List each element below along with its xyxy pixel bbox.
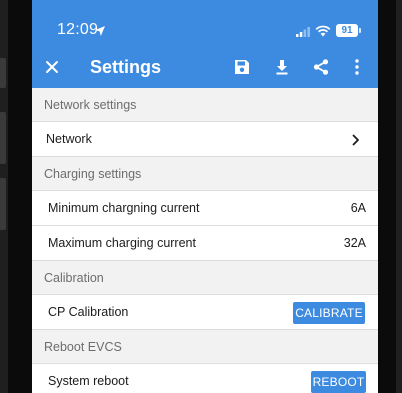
page-title: Settings — [90, 57, 162, 77]
section-header-network: Network settings — [32, 88, 378, 122]
network-label: Network — [46, 132, 92, 146]
min-current-value: 6A — [350, 201, 366, 215]
app-bar: Settings — [32, 46, 378, 88]
max-current-value: 32A — [343, 236, 366, 250]
cp-calibration-row: CP Calibration CALIBRATE — [32, 295, 378, 330]
phone-bezel-left — [8, 0, 32, 393]
more-vertical-icon[interactable] — [353, 58, 361, 76]
cp-calibration-label: CP Calibration — [48, 305, 129, 319]
network-row[interactable]: Network — [32, 122, 378, 157]
system-reboot-label: System reboot — [48, 374, 129, 388]
min-current-row[interactable]: Minimum chargning current 6A — [32, 191, 378, 226]
section-header-charging: Charging settings — [32, 157, 378, 191]
phone-frame-left — [0, 0, 32, 393]
phone-side-button — [0, 58, 6, 88]
share-icon[interactable] — [312, 58, 330, 76]
top-bar: 12:09 91 Settings — [32, 0, 378, 88]
close-icon[interactable] — [44, 59, 60, 75]
status-bar: 12:09 91 — [32, 0, 378, 46]
min-current-label: Minimum chargning current — [48, 201, 200, 215]
calibrate-button[interactable]: CALIBRATE — [293, 302, 365, 324]
signal-icon — [296, 27, 310, 37]
phone-volume-down-button — [0, 178, 6, 230]
save-icon[interactable] — [233, 58, 251, 76]
download-icon[interactable] — [273, 58, 291, 76]
reboot-button[interactable]: REBOOT — [311, 371, 366, 393]
location-arrow-icon — [95, 26, 105, 36]
battery-icon: 91 — [336, 24, 361, 37]
section-header-reboot: Reboot EVCS — [32, 330, 378, 364]
system-reboot-row: System reboot REBOOT — [32, 364, 378, 393]
phone-frame-right — [378, 0, 402, 393]
phone-bezel-right — [378, 0, 396, 393]
wifi-icon — [315, 25, 331, 37]
max-current-row[interactable]: Maximum charging current 32A — [32, 226, 378, 261]
phone-screen: 12:09 91 Settings Network settings Netwo… — [32, 0, 378, 393]
max-current-label: Maximum charging current — [48, 236, 196, 250]
phone-volume-up-button — [0, 112, 6, 164]
section-header-calibration: Calibration — [32, 261, 378, 295]
status-time: 12:09 — [57, 21, 99, 38]
chevron-right-icon — [352, 134, 359, 146]
